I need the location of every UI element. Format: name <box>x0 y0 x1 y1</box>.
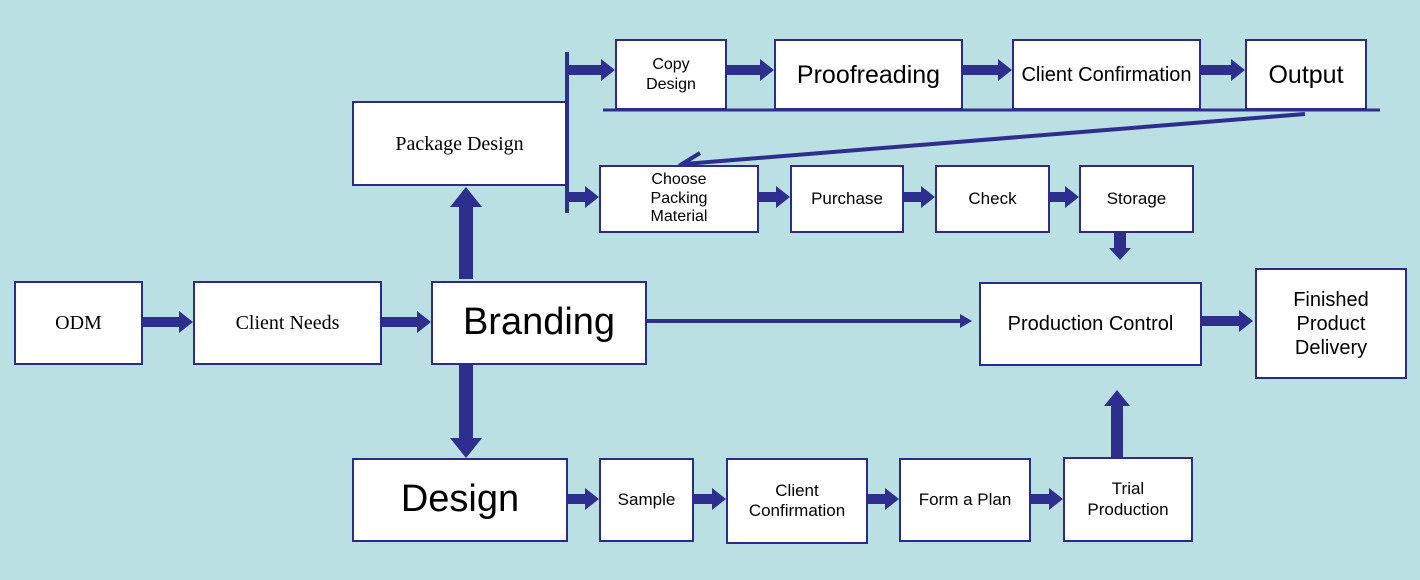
node-package-design: Package Design <box>352 101 567 186</box>
node-finished-product-delivery: Finished Product Delivery <box>1255 268 1407 379</box>
node-sample: Sample <box>599 458 694 542</box>
arrow-bottom-row-1 <box>693 488 726 510</box>
arrow-branding-to-production-control <box>646 314 972 328</box>
node-branding: Branding <box>431 281 647 365</box>
arrow-production-control-to-delivery <box>1201 310 1253 332</box>
node-client-confirmation-bottom: Client Confirmation <box>726 458 868 544</box>
node-odm: ODM <box>14 281 143 365</box>
arrow-top-row-0 <box>567 59 615 81</box>
arrow-storage-to-production-control <box>1109 233 1131 260</box>
node-proofreading: Proofreading <box>774 39 963 110</box>
arrow-branding-to-design <box>450 365 482 458</box>
node-purchase: Purchase <box>790 165 904 233</box>
arrow-client-needs-to-branding <box>381 311 431 333</box>
arrow-bottom-row-3 <box>1030 488 1063 510</box>
node-production-control: Production Control <box>979 282 1202 366</box>
arrow-bottom-row-0 <box>567 488 599 510</box>
arrow-middle-row-1 <box>758 186 790 208</box>
arrow-trial-to-production-control <box>1104 390 1130 457</box>
arrow-bottom-row-2 <box>867 488 899 510</box>
node-trial-production: Trial Production <box>1063 457 1193 542</box>
node-copy-design: Copy Design <box>615 39 727 110</box>
arrow-middle-row-3 <box>1049 186 1079 208</box>
arrow-top-row-2 <box>962 59 1012 81</box>
node-choose-packing-material: Choose Packing Material <box>599 165 759 233</box>
node-form-a-plan: Form a Plan <box>899 458 1031 542</box>
arrow-branding-to-package-design <box>450 187 482 279</box>
node-check: Check <box>935 165 1050 233</box>
node-design: Design <box>352 458 568 542</box>
node-storage: Storage <box>1079 165 1194 233</box>
arrow-middle-row-0 <box>567 186 599 208</box>
node-client-confirmation-top: Client Confirmation <box>1012 39 1201 110</box>
arrow-top-row-1 <box>726 59 774 81</box>
node-output: Output <box>1245 39 1367 110</box>
arrow-middle-row-2 <box>903 186 935 208</box>
arrow-top-row-3 <box>1200 59 1245 81</box>
arrow-odm-to-client-needs <box>143 311 193 333</box>
node-client-needs: Client Needs <box>193 281 382 365</box>
arrow-output-to-choose-packing <box>683 112 1306 166</box>
